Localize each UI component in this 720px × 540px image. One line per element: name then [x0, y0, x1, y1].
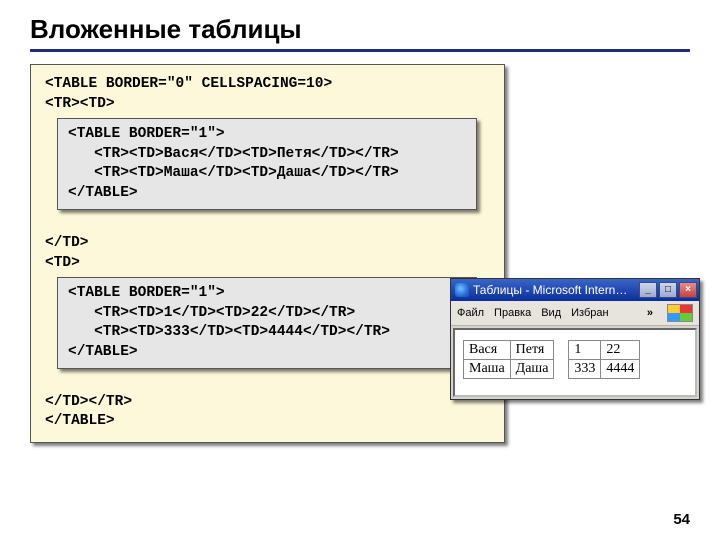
- code-block-inner-2: <TABLE BORDER="1"> <TR><TD>1</TD><TD>22<…: [57, 277, 477, 369]
- code-line: <TABLE BORDER="1">: [68, 285, 225, 301]
- code-line: <TR><TD>1</TD><TD>22</TD></TR>: [68, 305, 355, 321]
- cell: Петя: [510, 341, 554, 360]
- page-number: 54: [673, 511, 690, 528]
- cell: Вася: [464, 341, 511, 360]
- menubar: Файл Правка Вид Избран »: [451, 301, 699, 326]
- menu-view[interactable]: Вид: [541, 307, 561, 319]
- code-line: <TABLE BORDER="0" CELLSPACING=10>: [45, 76, 332, 92]
- menu-favorites[interactable]: Избран: [571, 307, 608, 319]
- code-line: <TABLE BORDER="1">: [68, 126, 225, 142]
- menu-more-icon[interactable]: »: [647, 307, 653, 319]
- page-title: Вложенные таблицы: [30, 14, 690, 45]
- ie-icon: [455, 283, 469, 297]
- code-line: <TR><TD>Вася</TD><TD>Петя</TD></TR>: [68, 146, 399, 162]
- browser-window: Таблицы - Microsoft Intern… _ □ × Файл П…: [450, 278, 700, 400]
- rendered-table-2: 1 22 333 4444: [568, 340, 640, 379]
- window-title: Таблицы - Microsoft Intern…: [473, 283, 639, 297]
- code-line: <TR><TD>333</TD><TD>4444</TD></TR>: [68, 324, 390, 340]
- cell: 333: [569, 360, 601, 379]
- code-line: </TD>: [45, 235, 89, 251]
- browser-client-area: Вася Петя Маша Даша 1 22 333 4444: [453, 328, 697, 397]
- code-line: <TD>: [45, 255, 80, 271]
- menu-edit[interactable]: Правка: [494, 307, 531, 319]
- minimize-button[interactable]: _: [639, 282, 657, 298]
- rendered-table-1: Вася Петя Маша Даша: [463, 340, 554, 379]
- title-rule: [30, 49, 690, 52]
- cell: 22: [601, 341, 640, 360]
- code-block-outer: <TABLE BORDER="0" CELLSPACING=10> <TR><T…: [30, 64, 505, 443]
- menu-file[interactable]: Файл: [457, 307, 484, 319]
- close-button[interactable]: ×: [679, 282, 697, 298]
- cell: 4444: [601, 360, 640, 379]
- code-line: </TABLE>: [68, 344, 138, 360]
- titlebar: Таблицы - Microsoft Intern… _ □ ×: [451, 279, 699, 301]
- code-block-inner-1: <TABLE BORDER="1"> <TR><TD>Вася</TD><TD>…: [57, 118, 477, 210]
- code-line: <TR><TD>: [45, 96, 115, 112]
- code-line: <TR><TD>Маша</TD><TD>Даша</TD></TR>: [68, 165, 399, 181]
- windows-flag-icon: [667, 304, 693, 322]
- cell: Маша: [464, 360, 511, 379]
- cell: 1: [569, 341, 601, 360]
- code-line: </TD></TR>: [45, 394, 132, 410]
- code-line: </TABLE>: [68, 185, 138, 201]
- maximize-button[interactable]: □: [659, 282, 677, 298]
- code-line: </TABLE>: [45, 413, 115, 429]
- cell: Даша: [510, 360, 554, 379]
